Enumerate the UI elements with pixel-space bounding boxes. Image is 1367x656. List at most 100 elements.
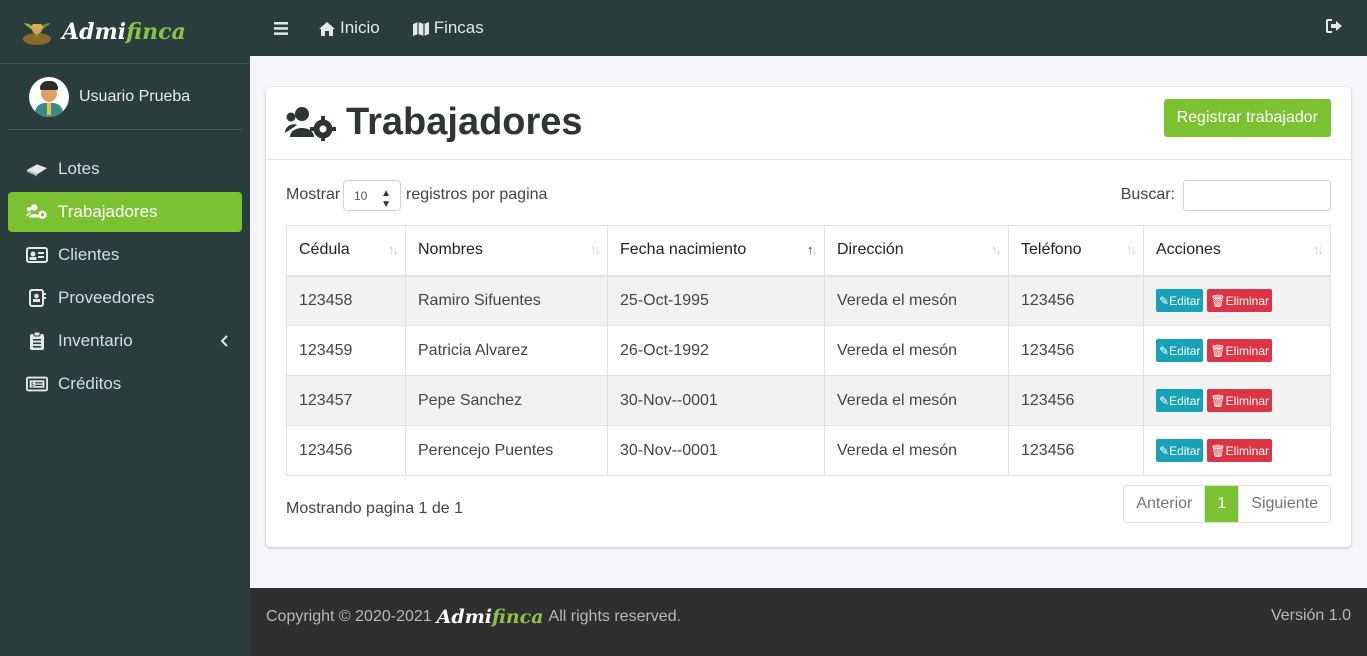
- sort-icon: ↑↓: [388, 242, 399, 257]
- search-input[interactable]: [1183, 180, 1331, 211]
- cell-cedula: 123456: [286, 425, 406, 476]
- column-header-acciones[interactable]: Acciones ↑↓: [1143, 225, 1331, 277]
- cell-nombres: Pepe Sanchez: [405, 375, 608, 426]
- cell-fecha: 30-Nov--0001: [607, 425, 825, 476]
- sidebar-item-proveedores[interactable]: Proveedores: [8, 278, 242, 318]
- edit-button[interactable]: ✎ Editar: [1156, 439, 1204, 462]
- sidebar-item-inventario[interactable]: Inventario: [8, 321, 242, 361]
- logout-icon[interactable]: [1326, 19, 1343, 38]
- column-header-telefono[interactable]: Teléfono ↑↓: [1008, 225, 1144, 277]
- cell-cedula: 123457: [286, 375, 406, 426]
- cell-fecha: 30-Nov--0001: [607, 375, 825, 426]
- pencil-icon: ✎: [1159, 443, 1170, 458]
- footer-copyright: Copyright © 2020-2021 Admi finca All righ…: [266, 606, 681, 628]
- sidebar-item-label: Clientes: [58, 245, 120, 264]
- sort-icon: ↑↓: [991, 242, 1002, 257]
- column-header-nombres[interactable]: Nombres ↑↓: [405, 225, 608, 277]
- column-header-cedula[interactable]: Cédula ↑↓: [286, 225, 406, 277]
- cell-direccion: Vereda el mesón: [824, 275, 1009, 326]
- user-panel[interactable]: Usuario Prueba: [8, 64, 242, 130]
- edit-button[interactable]: ✎ Editar: [1156, 339, 1204, 362]
- sidebar-item-trabajadores[interactable]: Trabajadores: [8, 192, 242, 232]
- money-bill-icon: $: [26, 375, 48, 393]
- trash-icon: 🗑: [1210, 293, 1226, 308]
- table-row: 123459 Patricia Alvarez 26-Oct-1992 Vere…: [286, 325, 1331, 376]
- sort-icon: ↑↓: [1313, 242, 1324, 257]
- cell-direccion: Vereda el mesón: [824, 425, 1009, 476]
- sidebar-item-clientes[interactable]: Clientes: [8, 235, 242, 275]
- user-name: Usuario Prueba: [79, 87, 191, 105]
- cell-nombres: Patricia Alvarez: [405, 325, 608, 376]
- version-text: Versión 1.0: [1270, 607, 1351, 624]
- table-row: 123457 Pepe Sanchez 30-Nov--0001 Vereda …: [286, 375, 1331, 426]
- brand-name: Admifinca: [62, 18, 186, 45]
- cell-telefono: 123456: [1008, 325, 1144, 376]
- sidebar-item-creditos[interactable]: $ Créditos: [8, 364, 242, 404]
- cell-acciones: ✎ Editar 🗑 Eliminar: [1143, 275, 1331, 326]
- pagination: Anterior 1 Siguiente: [1123, 485, 1331, 523]
- pagination-page-1[interactable]: 1: [1204, 486, 1239, 522]
- page-title: Trabajadores: [285, 101, 583, 144]
- edit-button[interactable]: ✎ Editar: [1156, 389, 1204, 412]
- page-title-text: Trabajadores: [346, 101, 583, 143]
- avatar: [29, 76, 69, 117]
- card-header: Trabajadores Registrar trabajador: [266, 87, 1351, 160]
- footer-brand-logo[interactable]: Admi finca: [437, 606, 544, 628]
- workers-card: Trabajadores Registrar trabajador Mostra…: [266, 87, 1351, 547]
- chevron-left-icon: [220, 332, 228, 352]
- clipboard-icon: [26, 332, 48, 350]
- rights-text: All rights reserved.: [548, 608, 682, 625]
- cell-telefono: 123456: [1008, 375, 1144, 426]
- cell-acciones: ✎ Editar 🗑 Eliminar: [1143, 425, 1331, 476]
- edit-button[interactable]: ✎ Editar: [1156, 289, 1204, 313]
- pagination-next[interactable]: Siguiente: [1238, 486, 1330, 522]
- pagination-info: Mostrando pagina 1 de 1: [286, 500, 464, 517]
- page-size-value: 10: [354, 189, 368, 203]
- sidebar-item-lotes[interactable]: Lotes: [8, 149, 242, 189]
- nav-link-inicio[interactable]: Inicio: [318, 18, 380, 38]
- register-worker-button[interactable]: Registrar trabajador: [1163, 99, 1331, 137]
- search-label: Buscar:: [1120, 186, 1175, 203]
- pencil-icon: ✎: [1159, 343, 1170, 358]
- sidebar-item-label: Inventario: [58, 331, 133, 350]
- sort-updown-icon: ▲ ▼: [381, 188, 391, 210]
- delete-button[interactable]: 🗑 Eliminar: [1207, 289, 1272, 313]
- workers-table: Cédula ↑↓ Nombres ↑↓ Fecha nacimiento ↑↓ Di…: [286, 225, 1331, 476]
- trash-icon: 🗑: [1210, 443, 1226, 458]
- page-size-label: Mostrar: [286, 186, 341, 203]
- nav-link-label: Fincas: [433, 18, 484, 37]
- cell-nombres: Perencejo Puentes: [405, 425, 608, 476]
- delete-button[interactable]: 🗑 Eliminar: [1207, 439, 1272, 462]
- table-row: 123458 Ramiro Sifuentes 25-Oct-1995 Vere…: [286, 275, 1331, 326]
- svg-text:$: $: [31, 381, 35, 389]
- nav-link-fincas[interactable]: Fincas: [412, 18, 484, 38]
- nav-link-label: Inicio: [340, 18, 380, 37]
- users-cog-icon: [26, 203, 48, 221]
- column-header-fecha[interactable]: Fecha nacimiento ↑↓: [607, 225, 825, 277]
- sidebar-item-label: Lotes: [58, 159, 100, 178]
- sidebar-item-label: Trabajadores: [58, 202, 158, 221]
- sort-icon: ↑↓: [807, 242, 818, 257]
- page-size-select[interactable]: 10 ▲ ▼: [343, 180, 401, 211]
- table-row: 123456 Perencejo Puentes 30-Nov--0001 Ve…: [286, 425, 1331, 476]
- table-controls: Mostrar 10 ▲ ▼ registros por pagina Busca…: [286, 180, 1331, 211]
- sidebar: Admifinca Usuario Prueba Lotes Trabajado…: [0, 0, 250, 656]
- delete-button[interactable]: 🗑 Eliminar: [1207, 389, 1272, 412]
- delete-button[interactable]: 🗑 Eliminar: [1207, 339, 1272, 362]
- trash-icon: 🗑: [1210, 343, 1226, 358]
- sort-icon: ↑↓: [590, 242, 601, 257]
- top-navbar: Inicio Fincas: [250, 0, 1367, 56]
- cell-fecha: 25-Oct-1995: [607, 275, 825, 326]
- table-header-row: Cédula ↑↓ Nombres ↑↓ Fecha nacimiento ↑↓ Di…: [286, 225, 1331, 277]
- column-header-direccion[interactable]: Dirección ↑↓: [824, 225, 1009, 277]
- cell-direccion: Vereda el mesón: [824, 325, 1009, 376]
- pagination-prev[interactable]: Anterior: [1124, 486, 1205, 522]
- cell-direccion: Vereda el mesón: [824, 375, 1009, 426]
- cell-acciones: ✎ Editar 🗑 Eliminar: [1143, 325, 1331, 376]
- sort-icon: ↑↓: [1126, 242, 1137, 257]
- pencil-icon: ✎: [1159, 393, 1170, 408]
- map-icon: [412, 21, 430, 36]
- cell-acciones: ✎ Editar 🗑 Eliminar: [1143, 375, 1331, 426]
- menu-toggle-icon[interactable]: [274, 21, 288, 35]
- brand[interactable]: Admifinca: [0, 0, 250, 64]
